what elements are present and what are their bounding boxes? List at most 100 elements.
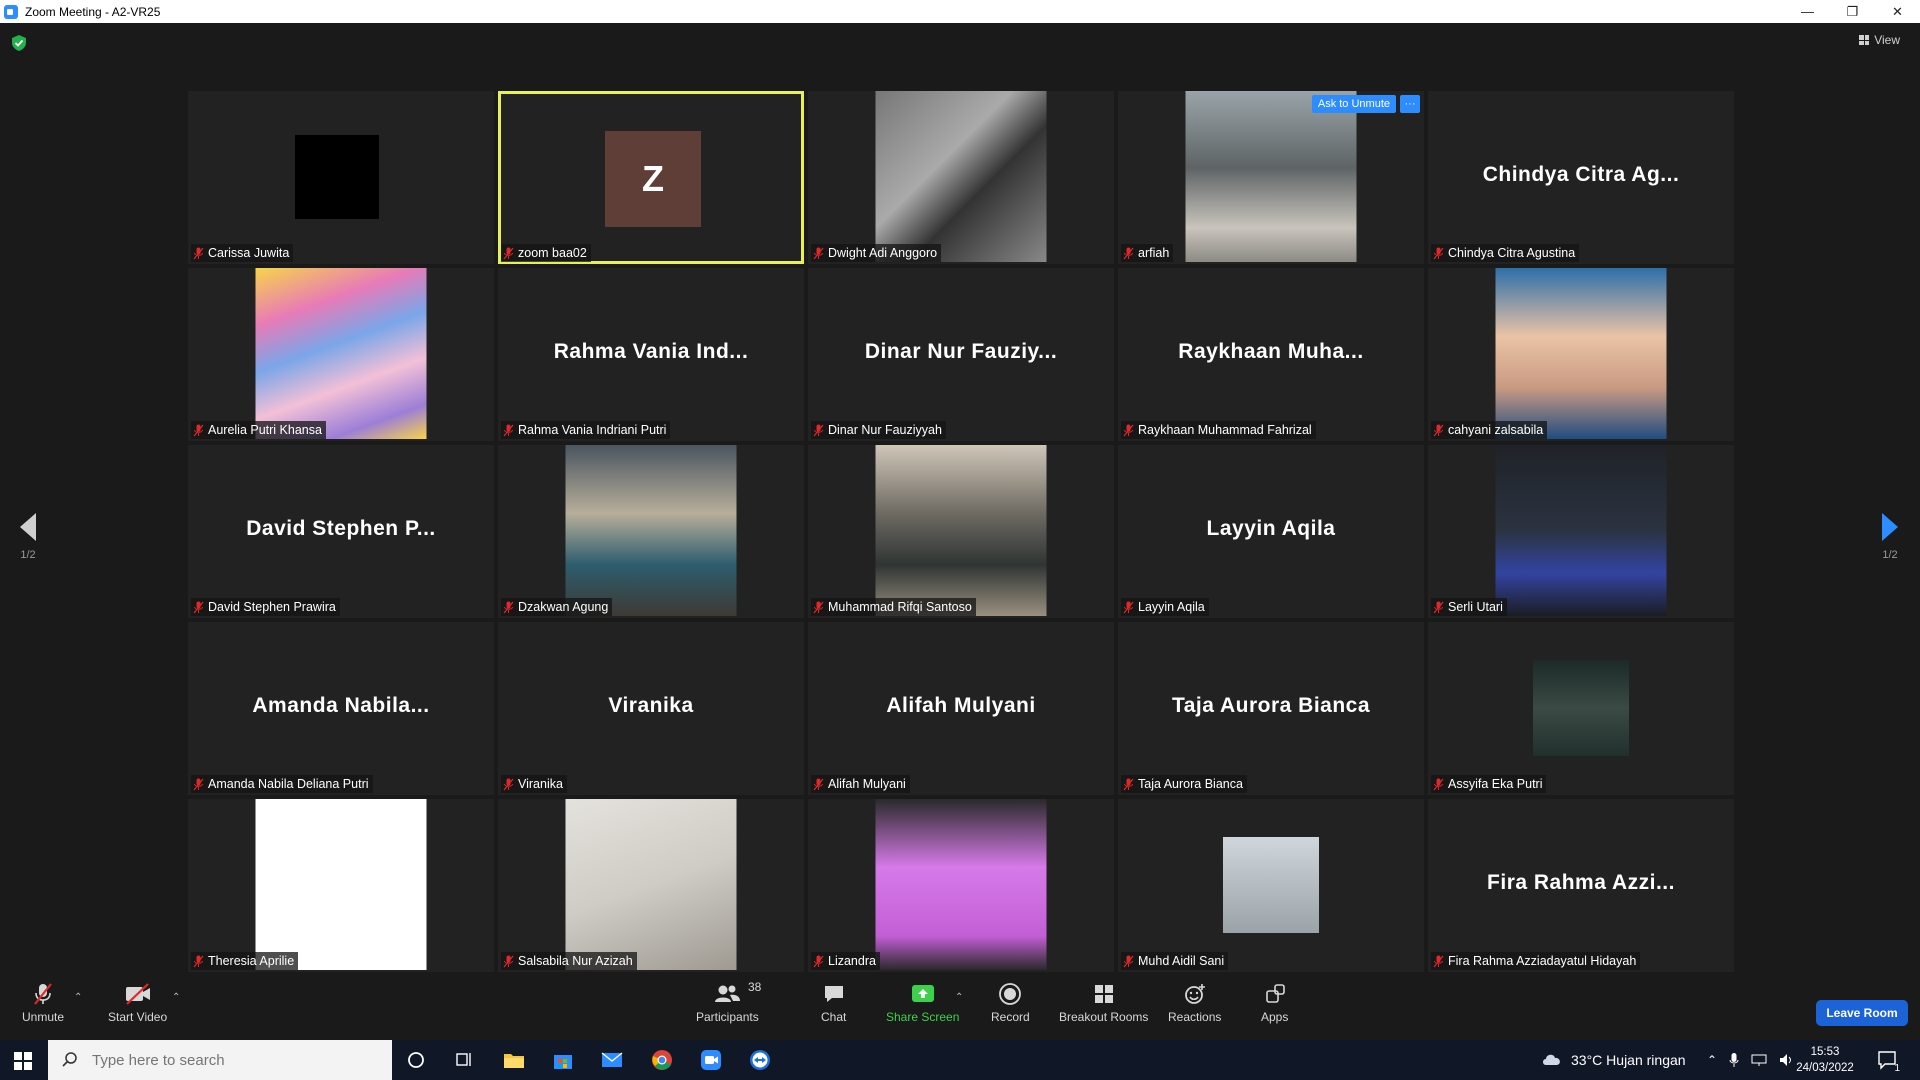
mic-muted-icon [1123,778,1134,790]
video-tile[interactable]: David Stephen P... David Stephen Prawira [188,445,494,618]
video-tile[interactable]: Salsabila Nur Azizah [498,799,804,972]
participant-video [875,799,1047,970]
participant-name: Dwight Adi Anggoro [828,246,938,260]
video-tile[interactable]: Dwight Adi Anggoro [808,91,1114,264]
video-tile[interactable]: Taja Aurora Bianca Taja Aurora Bianca [1118,622,1424,795]
breakout-rooms-button[interactable]: Breakout Rooms [1059,982,1148,1024]
next-page-button[interactable]: 1/2 [1875,513,1905,561]
participant-video [1185,91,1357,262]
video-tile[interactable]: Layyin Aqila Layyin Aqila [1118,445,1424,618]
taskbar-search[interactable] [48,1040,392,1080]
mic-muted-icon [1433,955,1444,967]
mic-muted-icon [1123,424,1134,436]
chat-label: Chat [821,1010,847,1024]
window-title: Zoom Meeting - A2-VR25 [25,4,161,19]
video-tile[interactable]: Fira Rahma Azzi... Fira Rahma Azziadayatu… [1428,799,1734,972]
clock-time: 15:53 [1810,1046,1840,1058]
video-tile[interactable]: Viranika Viranika [498,622,804,795]
record-button[interactable]: Record [991,982,1030,1024]
previous-page-button[interactable]: 1/2 [13,513,43,561]
chat-button[interactable]: Chat [821,982,846,1024]
file-explorer-icon[interactable] [502,1048,526,1072]
video-tile[interactable]: Theresia Aprilie [188,799,494,972]
video-tile[interactable]: Zzoom baa02 [498,91,804,264]
weather-text: 33°C Hujan ringan [1571,1052,1686,1068]
notifications-icon[interactable]: 1 [1876,1048,1900,1074]
video-tile[interactable]: Carissa Juwita [188,91,494,264]
microsoft-store-icon[interactable] [551,1048,575,1072]
mic-muted-icon [813,424,824,436]
ask-to-unmute-button[interactable]: Ask to Unmute [1311,95,1396,113]
participant-name: Amanda Nabila Deliana Putri [208,777,369,791]
windows-taskbar: 33°C Hujan ringan ⌃ 15:53 24/03/2022 1 [0,1040,1920,1080]
encryption-shield-icon[interactable] [12,35,26,51]
restore-button[interactable]: ❐ [1830,0,1875,23]
participant-nameplate: Raykhaan Muhammad Fahrizal [1121,421,1316,439]
mic-muted-icon [813,247,824,259]
video-tile[interactable]: Lizandra [808,799,1114,972]
participant-nameplate: arfiah [1121,244,1174,262]
microphone-icon[interactable] [1729,1052,1739,1068]
task-view-icon[interactable] [452,1048,476,1072]
apps-button[interactable]: Apps [1261,982,1288,1024]
video-tile[interactable]: Assyifa Eka Putri [1428,622,1734,795]
participants-button[interactable]: 38 Participants [696,980,761,1024]
teamviewer-icon[interactable] [748,1048,772,1072]
video-tile[interactable]: Chindya Citra Ag... Chindya Citra Agustin… [1428,91,1734,264]
video-tile[interactable]: Alifah Mulyani Alifah Mulyani [808,622,1114,795]
video-off-icon [125,983,150,1005]
participant-nameplate: Lizandra [811,952,880,970]
participant-video [1533,660,1629,756]
video-tile[interactable]: Amanda Nabila... Amanda Nabila Deliana Pu… [188,622,494,795]
participant-nameplate: zoom baa02 [501,244,591,262]
weather-widget[interactable]: 33°C Hujan ringan [1541,1040,1686,1080]
audio-options-caret-icon[interactable]: ⌃ [74,992,82,1003]
video-tile[interactable]: Dinar Nur Fauziy... Dinar Nur Fauziyyah [808,268,1114,441]
start-video-label: Start Video [108,1010,168,1024]
participant-name: zoom baa02 [518,246,587,260]
tray-expand-icon[interactable]: ⌃ [1707,1053,1717,1067]
start-video-button[interactable]: Start Video [108,982,167,1024]
mic-muted-icon [1123,247,1134,259]
participant-display-name: Raykhaan Muha... [1178,340,1364,363]
search-input[interactable] [90,1050,364,1070]
mic-muted-icon [1433,247,1444,259]
window-controls: — ❐ ✕ [1785,0,1920,23]
view-label: View [1874,33,1900,47]
participant-name: Theresia Aprilie [208,954,295,968]
more-options-button[interactable]: ··· [1400,95,1420,113]
video-tile[interactable]: Aurelia Putri Khansa [188,268,494,441]
taskbar-clock[interactable]: 15:53 24/03/2022 [1790,1044,1860,1076]
video-tile[interactable]: Muhd Aidil Sani [1118,799,1424,972]
video-tile[interactable]: Muhammad Rifqi Santoso [808,445,1114,618]
video-tile[interactable]: cahyani zalsabila [1428,268,1734,441]
mic-muted-icon [1433,424,1444,436]
windows-start-icon[interactable] [14,1052,32,1070]
video-tile[interactable]: Ask to Unmute ··· arfiah [1118,91,1424,264]
video-tile[interactable]: Rahma Vania Ind... Rahma Vania Indriani P… [498,268,804,441]
mic-muted-icon [813,778,824,790]
mail-icon[interactable] [600,1048,624,1072]
zoom-taskbar-icon[interactable] [699,1048,723,1072]
view-button[interactable]: View [1859,33,1900,47]
reactions-button[interactable]: Reactions [1168,982,1221,1024]
avatar-letter: Z [605,131,701,227]
video-options-caret-icon[interactable]: ⌃ [172,992,180,1003]
participant-name: Assyifa Eka Putri [1448,777,1543,791]
video-tile[interactable]: Serli Utari [1428,445,1734,618]
cortana-icon[interactable] [404,1048,428,1072]
unmute-button[interactable]: Unmute [22,982,64,1024]
leave-room-button[interactable]: Leave Room [1816,1000,1908,1026]
participant-nameplate: Dzakwan Agung [501,598,613,616]
network-icon[interactable] [1751,1053,1767,1067]
zoom-app-icon [4,4,18,19]
video-tile[interactable]: Raykhaan Muha... Raykhaan Muhammad Fahriz… [1118,268,1424,441]
chrome-icon[interactable] [650,1048,674,1072]
video-tile[interactable]: Dzakwan Agung [498,445,804,618]
participant-nameplate: Taja Aurora Bianca [1121,775,1247,793]
share-options-caret-icon[interactable]: ⌃ [955,992,963,1003]
minimize-button[interactable]: — [1785,0,1830,23]
close-button[interactable]: ✕ [1875,0,1920,23]
share-screen-icon [911,985,934,1002]
share-screen-button[interactable]: Share Screen [886,982,959,1024]
